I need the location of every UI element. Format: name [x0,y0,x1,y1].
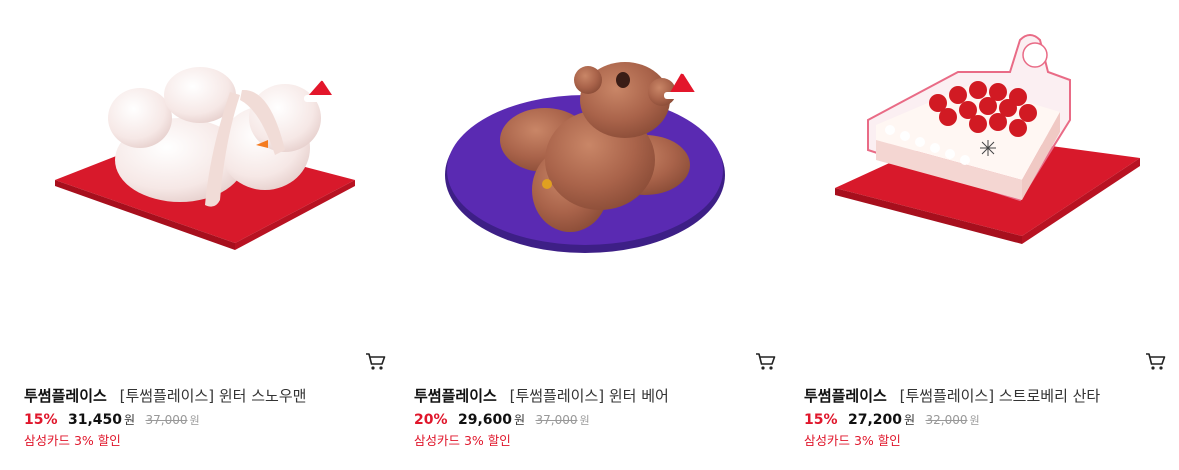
product-image[interactable] [790,0,1170,340]
product-image[interactable] [10,0,390,340]
cart-icon [366,353,386,370]
product-card[interactable]: 투썸플레이스 [투썸플레이스] 스트로베리 산타 15% 27,200 원 32,… [790,0,1170,470]
original-price: 32,000 [925,413,968,427]
sale-price: 27,200 [847,412,902,428]
cart-icon [1146,353,1166,370]
product-name: [투썸플레이스] 윈터 베어 [509,387,669,405]
card-promo-text: 삼성카드 3% 할인 [24,433,121,448]
currency-unit: 원 [904,413,916,427]
discount-rate: 15% [24,412,58,428]
snowman-cake-image [55,67,355,250]
price-row: 20% 29,600 원 37,000 원 [414,411,590,428]
card-promo-text: 삼성카드 3% 할인 [804,433,901,448]
product-name: [투썸플레이스] 윈터 스노우맨 [119,387,307,405]
product-title[interactable]: 투썸플레이스 [투썸플레이스] 윈터 베어 [414,385,669,406]
price-row: 15% 27,200 원 32,000 원 [804,411,980,428]
sale-price: 31,450 [67,412,122,428]
currency-unit: 원 [969,414,980,427]
product-title[interactable]: 투썸플레이스 [투썸플레이스] 윈터 스노우맨 [24,385,306,406]
currency-unit: 원 [514,413,526,427]
add-to-cart-button[interactable] [1145,352,1167,372]
brand-name: 투썸플레이스 [804,387,887,405]
sale-price: 29,600 [457,412,512,428]
product-card[interactable]: 투썸플레이스 [투썸플레이스] 윈터 스노우맨 15% 31,450 원 37,0… [10,0,390,470]
add-to-cart-button[interactable] [365,352,387,372]
strawberry-santa-cake-image [835,34,1140,244]
product-card[interactable]: 투썸플레이스 [투썸플레이스] 윈터 베어 20% 29,600 원 37,000… [400,0,780,470]
brand-name: 투썸플레이스 [24,387,107,405]
original-price: 37,000 [145,413,188,427]
currency-unit: 원 [579,414,590,427]
price-row: 15% 31,450 원 37,000 원 [24,411,200,428]
product-grid: 투썸플레이스 [투썸플레이스] 윈터 스노우맨 15% 31,450 원 37,0… [0,0,1179,470]
product-image[interactable] [400,0,780,340]
currency-unit: 원 [124,413,136,427]
card-promo-text: 삼성카드 3% 할인 [414,433,511,448]
bear-cake-image [445,62,725,253]
brand-name: 투썸플레이스 [414,387,497,405]
cart-icon [756,353,776,370]
currency-unit: 원 [189,414,200,427]
add-to-cart-button[interactable] [755,352,777,372]
product-title[interactable]: 투썸플레이스 [투썸플레이스] 스트로베리 산타 [804,385,1100,406]
original-price: 37,000 [535,413,578,427]
discount-rate: 15% [804,412,838,428]
product-name: [투썸플레이스] 스트로베리 산타 [899,387,1101,405]
discount-rate: 20% [414,412,448,428]
